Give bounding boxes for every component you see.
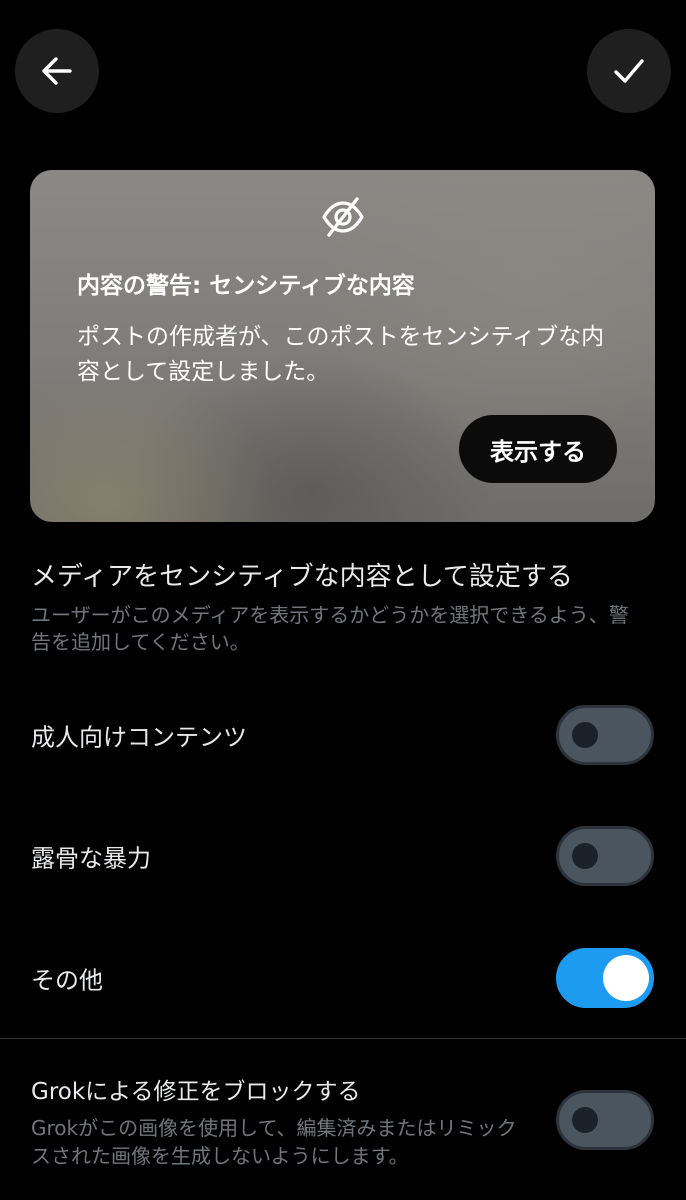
toggle-knob	[572, 722, 598, 748]
option-row-graphic-violence: 露骨な暴力	[0, 824, 686, 888]
toggle-adult-content[interactable]	[556, 705, 654, 765]
toggle-grok-block[interactable]	[556, 1090, 654, 1150]
option-row-grok-block	[0, 1088, 686, 1152]
back-button[interactable]	[15, 29, 99, 113]
content-warning-title: 内容の警告: センシティブな内容	[77, 273, 415, 299]
content-warning-body: ポストの作成者が、このポストをセンシティブな内容として設定しました。	[77, 324, 605, 385]
eye-slash-icon	[322, 197, 364, 237]
option-label-adult-content: 成人向けコンテンツ	[31, 723, 247, 752]
show-content-button[interactable]: 表示する	[459, 415, 617, 483]
arrow-left-icon	[42, 57, 72, 85]
media-preview-card: 内容の警告: センシティブな内容 ポストの作成者が、このポストをセンシティブな内…	[30, 170, 655, 522]
confirm-button[interactable]	[587, 29, 671, 113]
sensitive-section-title: メディアをセンシティブな内容として設定する	[31, 562, 573, 592]
top-bar	[0, 0, 686, 140]
option-row-adult-content: 成人向けコンテンツ	[0, 703, 686, 767]
toggle-knob	[572, 1107, 598, 1133]
toggle-knob	[603, 955, 649, 1001]
option-label-other: その他	[31, 966, 103, 995]
option-label-graphic-violence: 露骨な暴力	[31, 844, 151, 873]
toggle-graphic-violence[interactable]	[556, 826, 654, 886]
section-divider	[0, 1038, 686, 1039]
toggle-other[interactable]	[556, 948, 654, 1008]
sensitive-section-description: ユーザーがこのメディアを表示するかどうかを選択できるよう、警告を追加してください…	[31, 603, 629, 654]
toggle-knob	[572, 843, 598, 869]
checkmark-icon	[614, 59, 644, 83]
option-row-other: その他	[0, 946, 686, 1010]
